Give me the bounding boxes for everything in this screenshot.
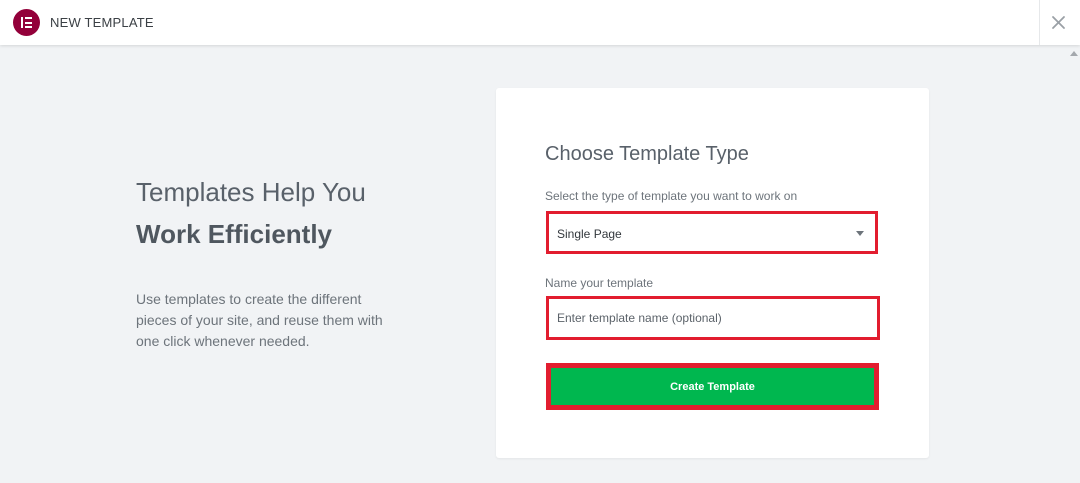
- intro-section: Templates Help You Work Efficiently Use …: [136, 176, 426, 352]
- modal-title: NEW TEMPLATE: [50, 15, 154, 30]
- elementor-logo-icon: [13, 9, 40, 36]
- intro-description: Use templates to create the different pi…: [136, 291, 383, 349]
- chevron-down-icon: [856, 231, 864, 236]
- template-name-input[interactable]: [546, 296, 880, 340]
- header-divider: [1039, 0, 1040, 45]
- create-template-button[interactable]: Create Template: [546, 363, 879, 410]
- template-type-value: Single Page: [557, 227, 622, 241]
- intro-headline: Templates Help You: [136, 177, 366, 207]
- form-title: Choose Template Type: [545, 143, 749, 165]
- template-form-card: Choose Template Type Select the type of …: [496, 88, 929, 458]
- modal-header: NEW TEMPLATE: [0, 0, 1080, 45]
- create-template-label: Create Template: [551, 368, 874, 405]
- close-icon[interactable]: [1050, 14, 1067, 31]
- scroll-up-arrow-icon[interactable]: [1070, 51, 1078, 56]
- template-name-label: Name your template: [545, 276, 654, 290]
- template-type-select[interactable]: Single Page: [546, 211, 878, 254]
- template-type-label: Select the type of template you want to …: [545, 189, 798, 203]
- intro-headline-emphasis: Work Efficiently: [136, 219, 333, 249]
